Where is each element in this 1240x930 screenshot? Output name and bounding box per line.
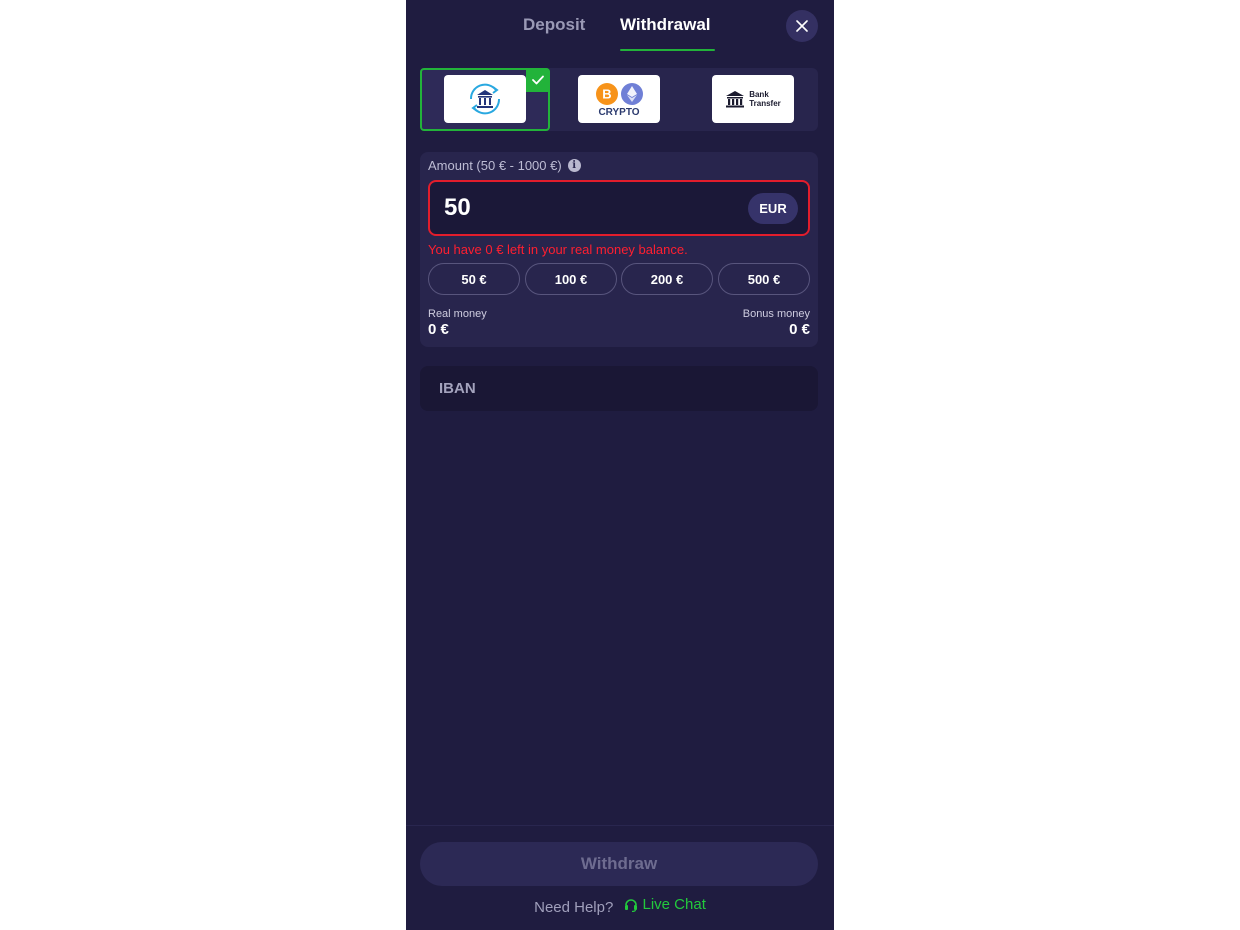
method-crypto[interactable]: B CRYPTO [554, 68, 684, 131]
help-text: Need Help? [534, 899, 614, 916]
live-chat-link[interactable]: Live Chat [624, 896, 706, 913]
svg-text:B: B [602, 87, 611, 102]
amount-input[interactable] [444, 192, 724, 224]
preset-amount-button[interactable]: 500 € [718, 263, 810, 295]
payment-method-selector: B CRYPTO Bank Transfer [420, 68, 818, 131]
preset-amounts: 50 € 100 € 200 € 500 € [428, 263, 810, 295]
tab-deposit[interactable]: Deposit [523, 15, 585, 35]
method-logo [444, 75, 526, 123]
amount-field: EUR [428, 180, 810, 236]
close-icon [796, 20, 808, 32]
active-tab-indicator [620, 49, 715, 51]
amount-error-message: You have 0 € left in your real money bal… [428, 242, 688, 257]
bank-sync-icon [469, 83, 501, 115]
info-icon[interactable]: i [567, 159, 581, 172]
withdraw-button[interactable]: Withdraw [420, 842, 818, 886]
amount-label-row: Amount (50 € - 1000 €) i [428, 158, 581, 173]
ethereum-icon [620, 83, 643, 105]
bank-icon [726, 91, 745, 108]
check-icon [532, 75, 544, 85]
iban-label: IBAN [439, 380, 476, 397]
tab-bar: Deposit Withdrawal [406, 0, 834, 52]
currency-selector[interactable]: EUR [748, 193, 798, 224]
footer-divider [406, 825, 834, 826]
headset-icon [624, 899, 637, 912]
selected-check-badge [526, 68, 550, 92]
iban-input[interactable]: IBAN [420, 366, 818, 411]
amount-label: Amount (50 € - 1000 €) [428, 158, 562, 173]
bonus-money-label: Bonus money [742, 308, 810, 320]
real-money-label: Real money [428, 308, 487, 320]
method-bank-sepa[interactable] [420, 68, 550, 131]
preset-amount-button[interactable]: 200 € [621, 263, 713, 295]
method-label-line2: Transfer [749, 99, 781, 108]
live-chat-label: Live Chat [642, 896, 706, 913]
method-logo: Bank Transfer [712, 75, 794, 123]
method-label: CRYPTO [598, 107, 640, 118]
tab-withdrawal[interactable]: Withdrawal [620, 15, 711, 35]
help-row: Need Help? Live Chat [406, 896, 834, 916]
close-button[interactable] [786, 10, 818, 42]
withdrawal-panel: Deposit Withdrawal B CRYPTO Bank Transfe… [406, 0, 834, 930]
bitcoin-icon: B [595, 83, 618, 105]
method-logo: B CRYPTO [578, 75, 660, 123]
method-label-line1: Bank [749, 90, 769, 99]
preset-amount-button[interactable]: 50 € [428, 263, 520, 295]
bonus-money-value: 0 € [789, 321, 810, 338]
preset-amount-button[interactable]: 100 € [525, 263, 617, 295]
method-bank-transfer[interactable]: Bank Transfer [688, 68, 818, 131]
amount-card: Amount (50 € - 1000 €) i EUR You have 0 … [420, 152, 818, 347]
real-money-value: 0 € [428, 321, 449, 338]
